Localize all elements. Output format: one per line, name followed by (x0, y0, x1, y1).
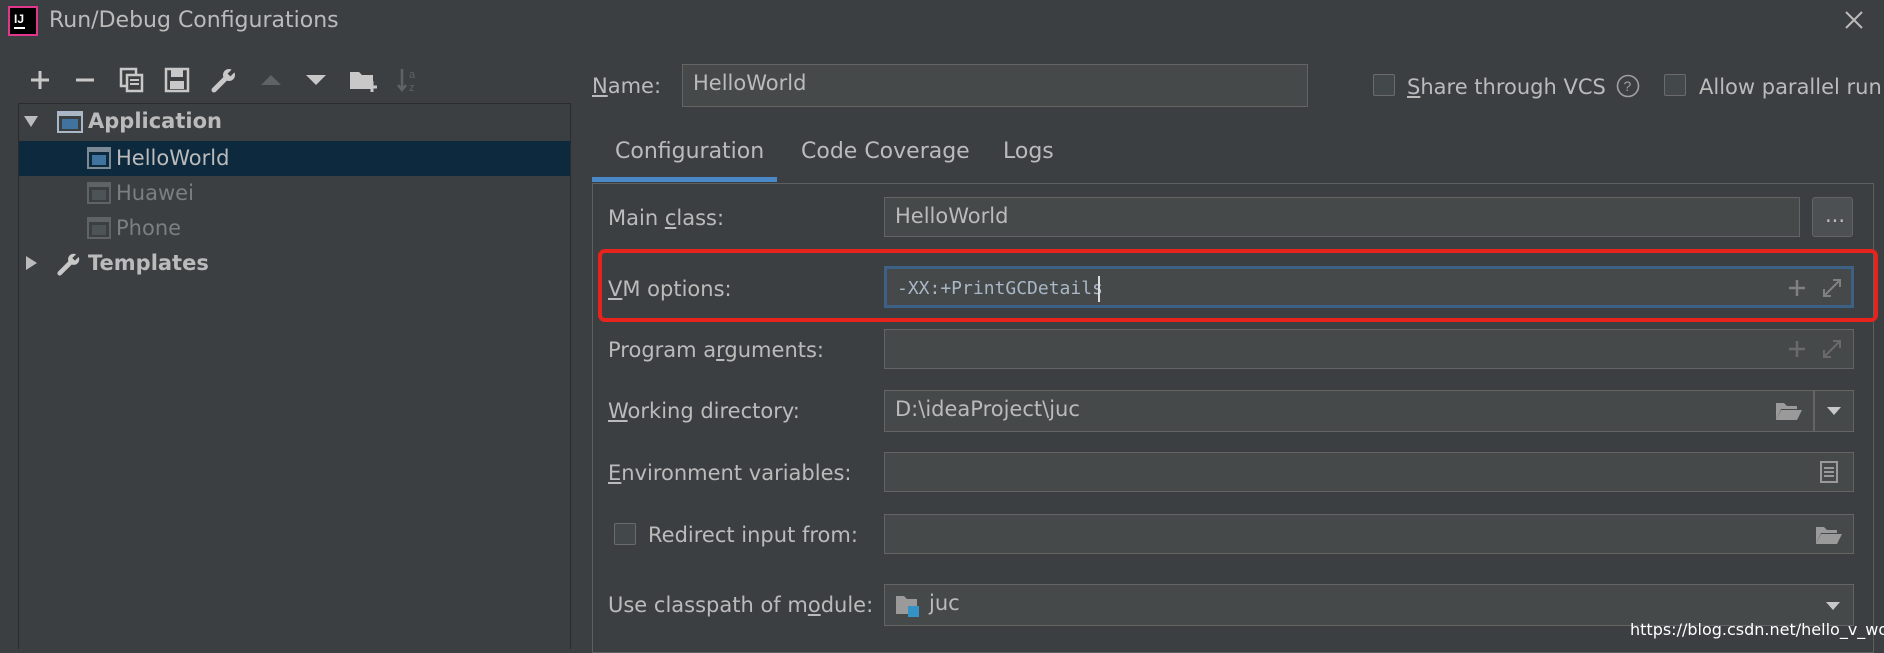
tree-item-phone[interactable]: Phone (19, 211, 570, 246)
main-class-label-mn: c (664, 206, 677, 230)
svg-text:z: z (409, 82, 415, 94)
redirect-input-label[interactable]: Redirect input from: (648, 522, 858, 548)
tree-item-helloworld[interactable]: HelloWorld (19, 141, 570, 176)
name-label-rest: ame: (607, 74, 662, 98)
vm-options-value: -XX:+PrintGCDetails (897, 278, 1103, 299)
vm-options-label-post: M options: (622, 277, 732, 301)
environment-variables-label-mn: E (608, 461, 622, 485)
environment-variables-input[interactable] (884, 452, 1854, 492)
vm-options-label-mn: V (608, 277, 623, 301)
application-config-icon (87, 147, 111, 169)
watermark: https://blog.csdn.net/hello_v_world (1630, 620, 1884, 639)
program-arguments-label: Program arguments: (608, 337, 824, 363)
environment-variables-label: Environment variables: (608, 460, 852, 486)
classpath-module-value: juc (929, 591, 960, 615)
working-directory-label-post: orking directory: (627, 399, 800, 423)
copy-icon[interactable] (119, 67, 145, 93)
allow-parallel-label[interactable]: Allow parallel run (1699, 74, 1882, 100)
main-class-label: Main class: (608, 205, 724, 231)
application-icon (57, 110, 83, 134)
classpath-module-label: Use classpath of module: (608, 592, 873, 618)
classpath-module-label-pre: Use classpath of m (608, 593, 808, 617)
share-vcs-rest: hare through VCS (1420, 75, 1606, 99)
tree-node-application[interactable]: Application (19, 104, 570, 139)
redirect-input-checkbox[interactable] (614, 523, 636, 545)
name-input-value: HelloWorld (693, 71, 807, 95)
tab-active-indicator (592, 177, 777, 182)
document-list-icon[interactable] (1819, 460, 1839, 484)
redirect-input-field[interactable] (884, 514, 1854, 554)
program-arguments-label-pre: Program a (608, 338, 717, 362)
share-vcs-label[interactable]: Share through VCS (1407, 74, 1606, 100)
working-directory-label-mn: W (608, 399, 628, 423)
sort-icon: a z (395, 66, 423, 94)
vm-options-label: VM options: (608, 276, 732, 302)
tree-label-huawei: Huawei (116, 181, 194, 205)
share-vcs-checkbox[interactable] (1373, 74, 1395, 96)
main-class-label-pre: Main (608, 206, 665, 230)
chevron-down-icon (1826, 406, 1842, 416)
main-class-label-post: lass: (676, 206, 725, 230)
expand-icon[interactable] (1821, 338, 1843, 360)
expand-right-icon[interactable] (24, 255, 38, 271)
svg-text:a: a (409, 69, 416, 81)
remove-icon[interactable] (73, 68, 97, 92)
browse-main-class-button[interactable]: ... (1812, 197, 1853, 237)
environment-variables-label-post: nvironment variables: (621, 461, 852, 485)
browse-button-label: ... (1825, 203, 1846, 227)
add-icon[interactable] (1787, 278, 1807, 298)
share-vcs-mnemonic: S (1407, 75, 1421, 99)
module-folder-icon (895, 594, 921, 618)
move-down-icon[interactable] (304, 72, 328, 88)
tree-node-templates[interactable]: Templates (19, 246, 570, 281)
close-icon[interactable] (1843, 9, 1865, 31)
program-arguments-input[interactable] (884, 329, 1854, 369)
program-arguments-label-post: guments: (724, 338, 824, 362)
tree-label-helloworld: HelloWorld (116, 146, 230, 170)
add-icon[interactable] (1787, 339, 1807, 359)
expand-icon[interactable] (1821, 277, 1843, 299)
move-up-icon (259, 72, 283, 88)
working-directory-value: D:\ideaProject\juc (895, 397, 1080, 421)
window-title: Run/Debug Configurations (49, 8, 339, 33)
wrench-icon (56, 251, 82, 277)
new-folder-icon[interactable] (349, 67, 379, 93)
add-icon[interactable] (28, 68, 52, 92)
intellij-logo-icon: IJ (8, 6, 38, 36)
main-class-value: HelloWorld (895, 204, 1009, 228)
svg-text:IJ: IJ (14, 12, 24, 26)
tab-configuration[interactable]: Configuration (615, 138, 764, 166)
folder-open-icon[interactable] (1815, 524, 1843, 546)
tree-label-application: Application (88, 109, 222, 133)
svg-text:?: ? (1624, 78, 1632, 94)
expand-down-icon[interactable] (23, 114, 39, 128)
name-label-mnemonic: N (592, 74, 608, 98)
application-config-icon (87, 182, 111, 204)
folder-open-icon[interactable] (1775, 400, 1803, 422)
name-label: Name: (592, 73, 661, 99)
help-icon[interactable]: ? (1616, 74, 1640, 98)
working-directory-input[interactable]: D:\ideaProject\juc (884, 390, 1814, 432)
save-icon[interactable] (164, 67, 190, 93)
tab-code-coverage[interactable]: Code Coverage (801, 138, 970, 166)
allow-parallel-checkbox[interactable] (1664, 74, 1686, 96)
wrench-icon[interactable] (210, 66, 238, 94)
working-directory-dropdown[interactable] (1814, 390, 1854, 432)
main-class-input[interactable]: HelloWorld (884, 197, 1800, 237)
classpath-module-label-mn: o (807, 593, 821, 617)
tree-label-phone: Phone (116, 216, 182, 240)
tab-logs[interactable]: Logs (1003, 138, 1054, 166)
name-input[interactable]: HelloWorld (682, 64, 1308, 107)
chevron-down-icon (1825, 601, 1841, 611)
configuration-tree[interactable]: Application HelloWorld Huawei Phone Temp… (18, 103, 571, 649)
vm-options-input[interactable]: -XX:+PrintGCDetails (884, 266, 1854, 308)
working-directory-label: Working directory: (608, 398, 800, 424)
text-cursor (1098, 276, 1100, 302)
classpath-module-label-post: dule: (820, 593, 874, 617)
tree-item-huawei[interactable]: Huawei (19, 176, 570, 211)
application-config-icon (87, 217, 111, 239)
tree-label-templates: Templates (88, 251, 209, 275)
